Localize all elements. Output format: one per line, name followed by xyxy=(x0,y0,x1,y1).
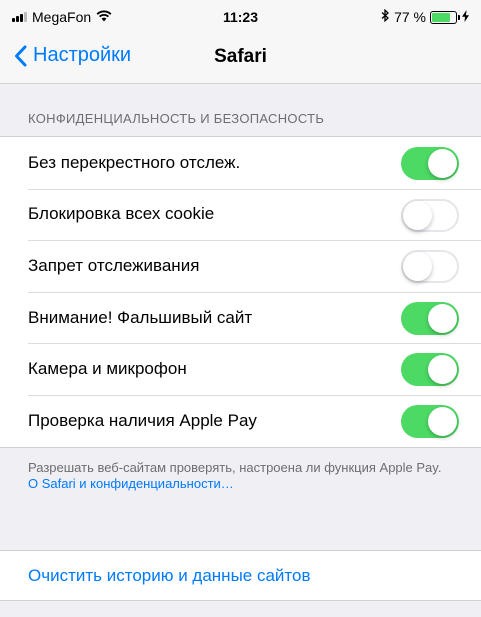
about-safari-privacy-link[interactable]: О Safari и конфиденциальности… xyxy=(28,476,468,492)
toggle-knob xyxy=(403,252,432,282)
toggle-knob xyxy=(428,149,457,178)
setting-label: Без перекрестного отслеж. xyxy=(28,152,241,172)
cross-site-tracking-toggle[interactable] xyxy=(401,147,459,180)
privacy-footer: Разрешать веб-сайтам проверять, настроен… xyxy=(28,460,468,492)
privacy-settings-group: Без перекрестного отслеж. Блокировка все… xyxy=(0,136,481,448)
toggle-knob xyxy=(403,200,432,230)
toggle-knob xyxy=(428,303,457,333)
charging-icon xyxy=(462,9,469,25)
battery-percent: 77 % xyxy=(394,9,426,25)
setting-label: Запрет отслеживания xyxy=(28,255,200,275)
do-not-track-toggle[interactable] xyxy=(401,250,459,284)
page-title: Safari xyxy=(214,46,267,67)
privacy-section-header: КОНФИДЕНЦИАЛЬНОСТЬ И БЕЗОПАСНОСТЬ xyxy=(28,111,325,126)
setting-row-apple-pay-check: Проверка наличия Apple Pay xyxy=(0,394,481,447)
setting-row-fraudulent-website: Внимание! Фальшивый сайт xyxy=(0,291,481,344)
setting-label: Внимание! Фальшивый сайт xyxy=(28,307,253,327)
clear-history-button[interactable]: Очистить историю и данные сайтов xyxy=(28,566,311,586)
setting-row-cross-site-tracking: Без перекрестного отслеж. xyxy=(0,137,481,189)
status-right: 77 % xyxy=(381,8,469,25)
setting-label: Камера и микрофон xyxy=(28,359,187,379)
battery-icon xyxy=(430,10,460,24)
setting-label: Проверка наличия Apple Pay xyxy=(28,410,257,430)
battery-fill xyxy=(432,12,450,22)
privacy-footer-text: Разрешать веб-сайтам проверять, настроен… xyxy=(28,460,442,475)
status-bar: MegaFon 11:23 77 % xyxy=(0,0,481,32)
toggle-knob xyxy=(428,355,457,385)
setting-row-do-not-track: Запрет отслеживания xyxy=(0,240,481,292)
setting-label: Блокировка всех cookie xyxy=(28,204,215,224)
apple-pay-check-toggle[interactable] xyxy=(401,404,459,438)
navigation-bar: Настройки Safari xyxy=(0,32,481,84)
bluetooth-icon xyxy=(381,8,390,25)
setting-row-block-cookies: Блокировка всех cookie xyxy=(0,188,481,241)
fraudulent-website-toggle[interactable] xyxy=(401,301,459,335)
toggle-knob xyxy=(428,406,457,436)
block-cookies-toggle[interactable] xyxy=(401,198,459,232)
setting-row-camera-microphone: Камера и микрофон xyxy=(0,343,481,395)
clear-history-group: Очистить историю и данные сайтов xyxy=(0,550,481,601)
camera-microphone-toggle[interactable] xyxy=(401,353,459,387)
